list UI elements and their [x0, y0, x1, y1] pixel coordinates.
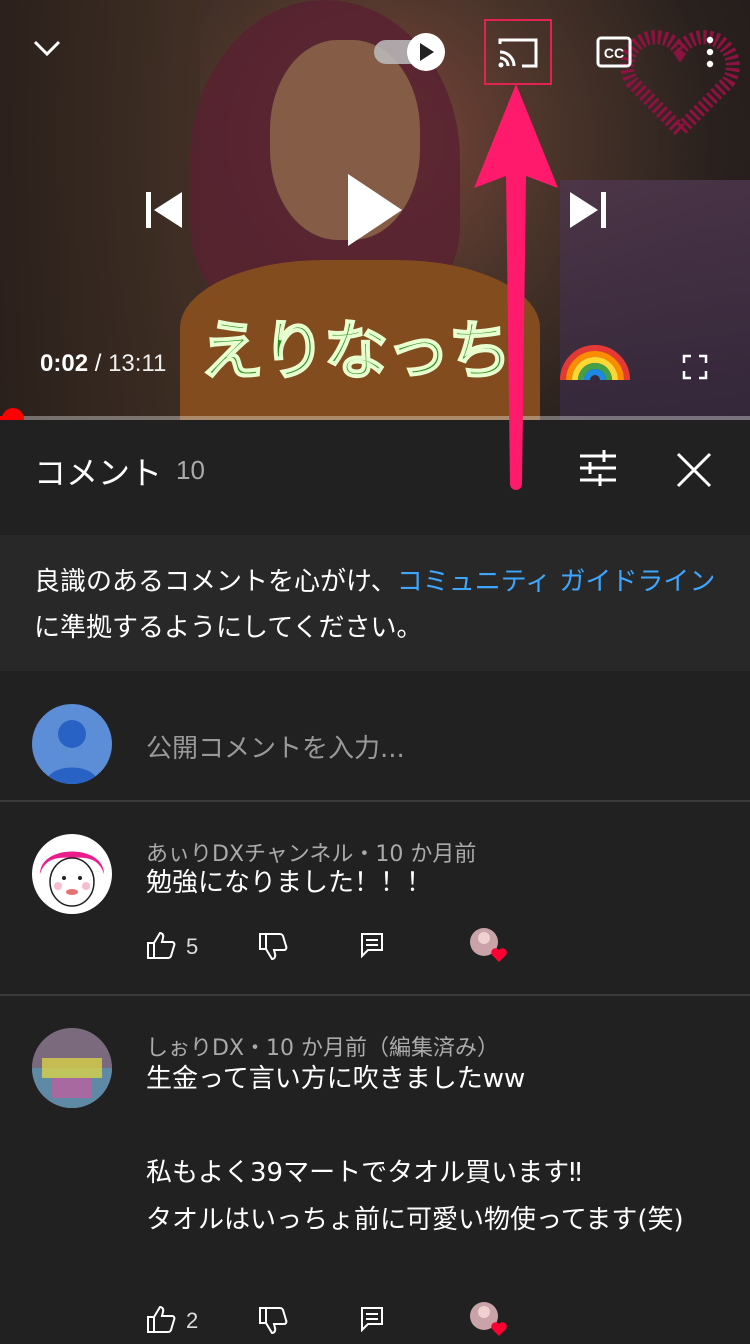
annotation-arrow	[474, 84, 558, 490]
comment-input-row[interactable]: 公開コメントを入力...	[0, 690, 750, 800]
community-guidelines-link[interactable]: コミュニティ ガイドライン	[397, 567, 716, 597]
dislike-icon[interactable]	[258, 1306, 288, 1336]
like-icon[interactable]	[146, 930, 176, 960]
creator-heart-icon	[470, 928, 507, 962]
comment-input[interactable]: 公開コメントを入力...	[146, 728, 405, 765]
next-video-icon[interactable]	[568, 190, 608, 230]
duration-time: 13:11	[108, 350, 167, 377]
svg-text:CC: CC	[604, 45, 624, 61]
previous-video-icon[interactable]	[144, 190, 184, 230]
more-options-icon[interactable]	[704, 36, 716, 68]
time-separator: /	[94, 350, 102, 377]
comment-avatar[interactable]	[32, 834, 112, 914]
video-overlay-caption: えりなっち	[199, 314, 513, 390]
comment-item: しぉりDX・10 か月前（編集済み） 生金って言い方に吹きましたww 私もよく3…	[0, 996, 750, 1336]
notice-text-before: 良識のあるコメントを心がけ、	[34, 567, 397, 597]
comments-title: コメント	[34, 454, 163, 492]
cast-highlight-box	[484, 19, 552, 85]
fullscreen-icon[interactable]	[682, 354, 708, 380]
reply-icon[interactable]	[360, 932, 384, 958]
comment-actions: 5	[146, 928, 566, 970]
notice-text-after: に準拠するようにしてください。	[34, 613, 423, 643]
reply-icon[interactable]	[360, 1306, 384, 1332]
comment-item: あぃりDXチャンネル・10 か月前 勉強になりました！！！ 5	[0, 802, 750, 994]
comment-text: 勉強になりました！！！	[146, 868, 433, 898]
comments-count: 10	[176, 455, 205, 485]
like-count: 2	[186, 1308, 199, 1333]
avatar	[32, 704, 112, 784]
comment-avatar[interactable]	[32, 1028, 112, 1108]
like-count: 5	[186, 934, 199, 959]
minimize-chevron-icon[interactable]	[32, 36, 62, 60]
user-icon	[46, 720, 98, 784]
comment-actions: 2	[146, 1302, 566, 1344]
like-icon[interactable]	[146, 1304, 176, 1334]
creator-heart-icon	[470, 1302, 507, 1336]
comment-text: 生金って言い方に吹きましたww 私もよく39マートでタオル買います‼︎ タオルは…	[146, 1064, 684, 1235]
commenter-avatar-image	[32, 1028, 112, 1108]
rainbow-icon	[560, 345, 630, 381]
play-icon[interactable]	[344, 172, 404, 248]
community-guidelines-notice: 良識のあるコメントを心がけ、コミュニティ ガイドラインに準拠するようにしてくださ…	[0, 535, 750, 671]
closed-captions-icon[interactable]: CC	[596, 36, 632, 68]
commenter-avatar-image	[40, 851, 104, 907]
autoplay-toggle[interactable]	[374, 32, 448, 72]
playback-time: 0:02 / 13:11	[40, 350, 166, 378]
close-icon[interactable]	[676, 452, 712, 488]
current-time: 0:02	[40, 350, 89, 377]
notice-text: 良識のあるコメントを心がけ、コミュニティ ガイドラインに準拠するようにしてくださ…	[34, 559, 724, 651]
dislike-icon[interactable]	[258, 932, 288, 962]
sort-filter-icon[interactable]	[578, 450, 618, 486]
